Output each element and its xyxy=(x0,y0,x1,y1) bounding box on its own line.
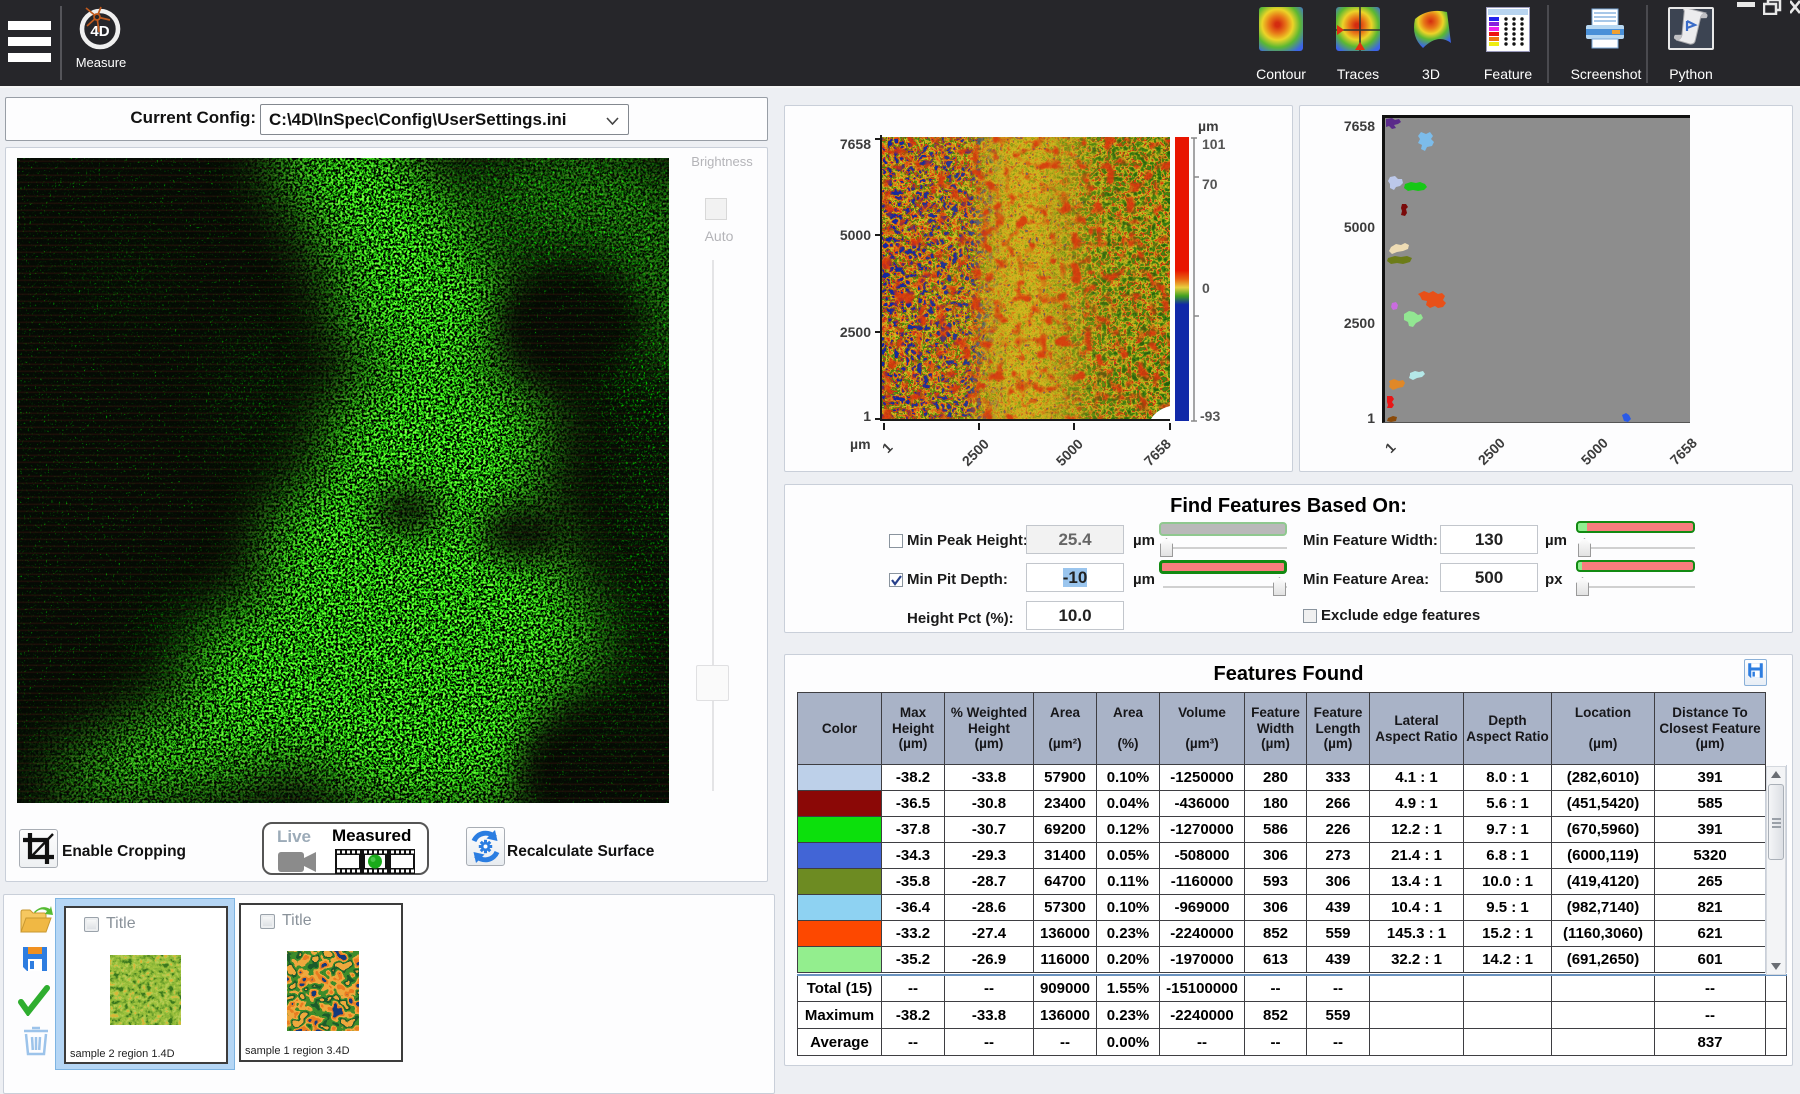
svg-text:4D: 4D xyxy=(90,23,109,40)
